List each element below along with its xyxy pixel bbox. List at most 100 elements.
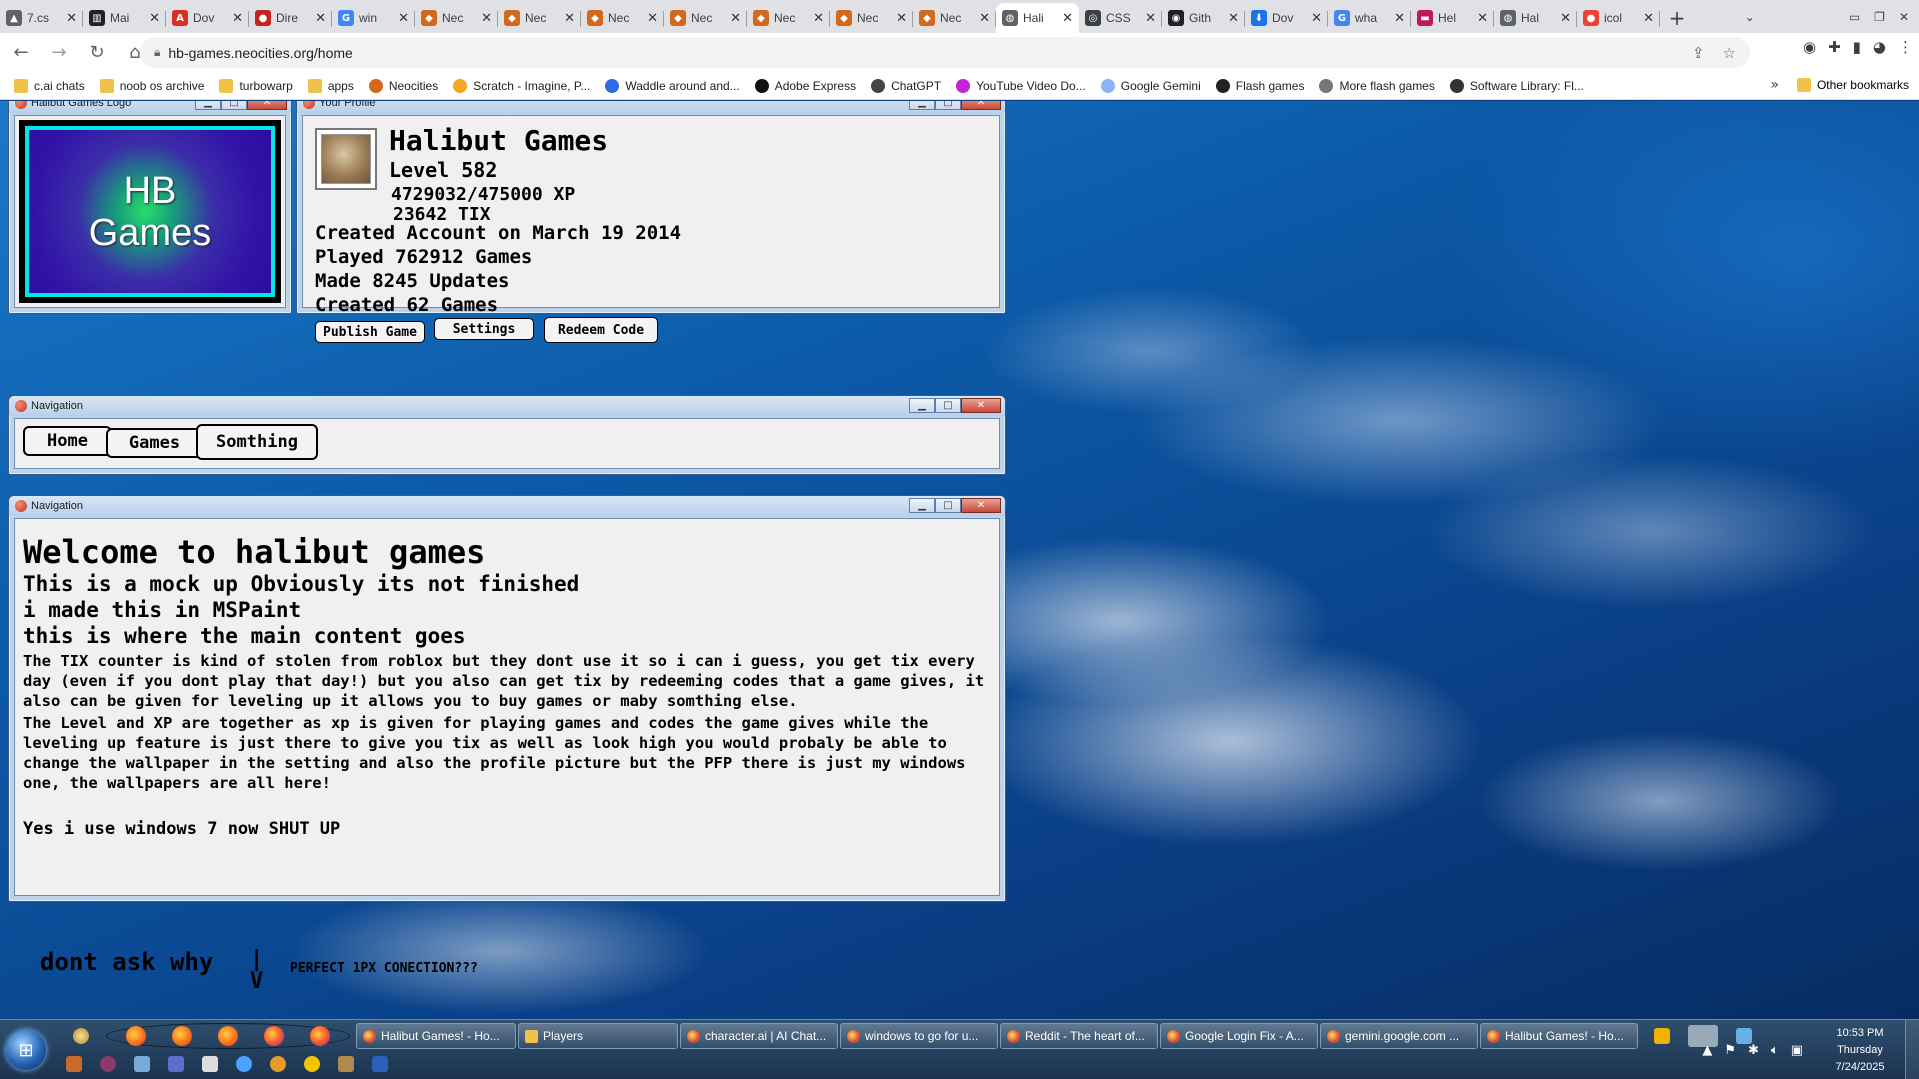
settings-button[interactable]: Settings [434,318,534,340]
taskbar-clock[interactable]: 10:53 PM Thursday 7/24/2025 [1815,1025,1905,1076]
close-button[interactable]: ✕ [961,398,1001,413]
tab-close-icon[interactable]: ✕ [232,11,243,26]
address-bar[interactable]: 🔒︎ hb-games.neocities.org/home ⇪ ☆ [140,37,1750,68]
taskbar-window-button[interactable]: Players [518,1023,678,1049]
bookmark-folder[interactable]: apps [307,78,354,93]
browser-tab[interactable]: ● Dire ✕ [249,3,332,33]
navigation-window-titlebar[interactable]: Navigation [9,396,1005,416]
tab-close-icon[interactable]: ✕ [149,11,160,26]
bookmark-folder[interactable]: noob os archive [99,78,204,93]
word-icon[interactable] [372,1056,388,1072]
tab-close-icon[interactable]: ✕ [647,11,658,26]
pinned-app-icon[interactable] [134,1056,150,1072]
nav-something-button[interactable]: Somthing [196,424,318,460]
close-button[interactable]: ✕ [247,101,287,110]
browser-tab[interactable]: ▥ Mai ✕ [83,3,166,33]
browser-tab[interactable]: ◎ CSS ✕ [1079,3,1162,33]
pinned-app-icon[interactable] [202,1056,218,1072]
tab-close-icon[interactable]: ✕ [1062,11,1073,26]
firefox-dev-icon[interactable] [264,1026,284,1046]
volume-icon[interactable]: 🔈︎ [1771,1043,1779,1058]
flag-icon[interactable]: ⚑ [1724,1043,1736,1058]
taskbar-window-button[interactable]: Google Login Fix - A... [1160,1023,1318,1049]
tab-close-icon[interactable]: ✕ [730,11,741,26]
browser-tab[interactable]: ◆ Nec ✕ [664,3,747,33]
bookmark-star-icon[interactable]: ☆ [1723,44,1736,62]
bookmark-link[interactable]: Software Library: Fl... [1449,78,1584,93]
browser-tab[interactable]: ◆ Nec ✕ [830,3,913,33]
browser-tab[interactable]: ● icol ✕ [1577,3,1660,33]
firefox-icon[interactable] [218,1026,238,1046]
bookmark-link[interactable]: Google Gemini [1100,78,1201,93]
taskbar-window-button[interactable]: gemini.google.com ... [1320,1023,1478,1049]
browser-tab[interactable]: ▲ 7.cs ✕ [0,3,83,33]
bookmark-link[interactable]: Scratch - Imagine, P... [453,78,590,93]
pinned-app-icon[interactable] [338,1056,354,1072]
browser-tab[interactable]: Gwha ✕ [1328,3,1411,33]
restore-window-icon[interactable]: ❐ [1874,10,1885,24]
tab-close-icon[interactable]: ✕ [896,11,907,26]
bookmark-link[interactable]: Adobe Express [754,78,856,93]
minimize-window-icon[interactable]: ▭ [1849,10,1860,24]
tab-close-icon[interactable]: ✕ [481,11,492,26]
tab-search-chevron-icon[interactable]: ⌄ [1745,10,1755,24]
browser-tab[interactable]: ◉ Gith ✕ [1162,3,1245,33]
browser-tab[interactable]: ◆ Nec ✕ [498,3,581,33]
browser-tab[interactable]: ◆ Nec ✕ [415,3,498,33]
reload-button[interactable]: ↻ [80,36,114,70]
pinned-app-icon[interactable] [100,1056,116,1072]
firefox-icon[interactable] [126,1026,146,1046]
side-panel-icon[interactable]: ▮ [1853,38,1861,56]
profile-avatar-icon[interactable]: ◕ [1873,38,1886,56]
main-window-titlebar[interactable]: Navigation [9,496,1005,516]
network-icon[interactable]: ▣ [1791,1043,1803,1058]
maximize-button[interactable]: □ [935,101,961,110]
bookmark-link[interactable]: Neocities [368,78,438,93]
bookmark-link[interactable]: Flash games [1215,78,1304,93]
taskbar-window-button[interactable]: character.ai | AI Chat... [680,1023,838,1049]
minimize-button[interactable]: ▁ [195,101,221,110]
minimize-button[interactable]: ▁ [909,498,935,513]
tab-close-icon[interactable]: ✕ [315,11,326,26]
redeem-code-button[interactable]: Redeem Code [544,317,658,343]
media-player-icon[interactable] [1654,1028,1670,1044]
pinned-app-icon[interactable] [66,1056,82,1072]
pinned-app-icon[interactable] [168,1056,184,1072]
site-info-icon[interactable]: 🔒︎ [154,45,160,60]
close-button[interactable]: ✕ [961,498,1001,513]
minimize-button[interactable]: ▁ [909,101,935,110]
firefox-nightly-icon[interactable] [310,1026,330,1046]
bluetooth-icon[interactable]: ✱ [1748,1043,1759,1058]
tab-close-icon[interactable]: ✕ [1560,11,1571,26]
tab-close-icon[interactable]: ✕ [1311,11,1322,26]
profile-window-titlebar[interactable]: Your Profile [297,101,1005,113]
nav-home-button[interactable]: Home [23,426,112,456]
bookmark-link[interactable]: ChatGPT [871,78,941,93]
taskbar-window-button[interactable]: Halibut Games! - Ho... [356,1023,516,1049]
show-hidden-icons[interactable]: ▲ [1702,1043,1712,1058]
tab-close-icon[interactable]: ✕ [979,11,990,26]
tab-close-icon[interactable]: ✕ [813,11,824,26]
maximize-button[interactable]: □ [221,101,247,110]
taskbar-window-button[interactable]: Reddit - The heart of... [1000,1023,1158,1049]
tab-close-icon[interactable]: ✕ [1477,11,1488,26]
other-bookmarks-folder[interactable]: Other bookmarks [1796,78,1909,92]
extension-icon-dark[interactable]: ◉ [1803,38,1816,56]
taskbar-window-button[interactable]: Halibut Games! - Ho... [1480,1023,1638,1049]
forward-button[interactable]: → [42,36,76,70]
pinned-app-icon[interactable] [270,1056,286,1072]
browser-tab[interactable]: ◍ Hali ✕ [996,3,1079,33]
browser-tab[interactable]: ◆ Nec ✕ [581,3,664,33]
browser-tab[interactable]: ▬ Hel ✕ [1411,3,1494,33]
bookmark-link[interactable]: More flash games [1319,78,1435,93]
browser-tab[interactable]: ◆ Nec ✕ [913,3,996,33]
extensions-puzzle-icon[interactable]: ✚ [1828,38,1841,56]
publish-game-button[interactable]: Publish Game [315,321,425,343]
taskbar-window-button[interactable]: windows to go for u... [840,1023,998,1049]
firefox-icon[interactable] [172,1026,192,1046]
avatar[interactable] [315,128,377,190]
tab-close-icon[interactable]: ✕ [564,11,575,26]
close-button[interactable]: ✕ [961,101,1001,110]
bookmark-link[interactable]: Waddle around and... [605,78,740,93]
show-desktop-button[interactable] [1905,1020,1919,1079]
